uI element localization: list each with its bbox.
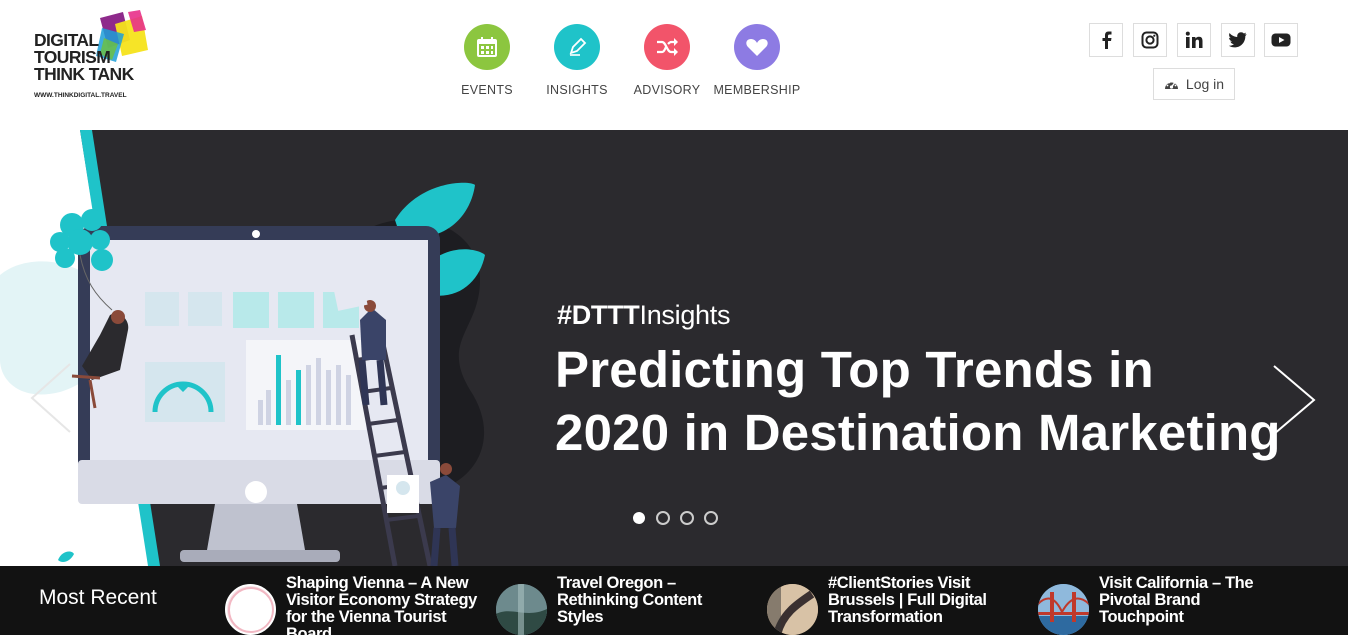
hero-title[interactable]: Predicting Top Trends in 2020 in Destina… — [555, 338, 1335, 464]
hero-slider: #DTTTInsights Predicting Top Trends in 2… — [0, 130, 1348, 566]
prev-slide-icon[interactable] — [28, 362, 74, 439]
recent-thumb-1 — [225, 584, 276, 635]
logo-wordmark: DIGITAL TOURISM THINK TANK — [34, 31, 134, 84]
recent-item-3[interactable]: #ClientStories Visit Brussels | Full Dig… — [767, 575, 1017, 635]
nav-insights-label: INSIGHTS — [546, 83, 608, 97]
pencil-icon — [554, 24, 600, 70]
nav-membership[interactable]: MEMBERSHIP — [712, 24, 802, 97]
hero-kicker-light: Insights — [639, 300, 731, 330]
calendar-icon — [464, 24, 510, 70]
slide-dot-3[interactable] — [680, 511, 694, 525]
nav-events[interactable]: EVENTS — [442, 24, 532, 97]
nav-insights[interactable]: INSIGHTS — [532, 24, 622, 97]
site-header: DIGITAL TOURISM THINK TANK WWW.THINKDIGI… — [0, 0, 1348, 130]
recent-title-1: Shaping Vienna – A New Visitor Economy S… — [286, 574, 477, 635]
hero-kicker: #DTTTInsights — [557, 300, 730, 331]
recent-title-4: Visit California – The Pivotal Brand Tou… — [1099, 574, 1254, 626]
recent-item-1[interactable]: Shaping Vienna – A New Visitor Economy S… — [225, 575, 480, 635]
dashboard-icon — [1164, 81, 1178, 89]
dttt-logo[interactable]: DIGITAL TOURISM THINK TANK WWW.THINKDIGI… — [30, 10, 160, 102]
recent-thumb-2 — [496, 584, 547, 635]
recent-title-3: #ClientStories Visit Brussels | Full Dig… — [828, 574, 987, 626]
nav-membership-label: MEMBERSHIP — [713, 83, 801, 97]
hero-title-line-2: 2020 in Destination Marketing — [555, 404, 1281, 461]
logo-url: WWW.THINKDIGITAL.TRAVEL — [34, 92, 127, 99]
slide-dots — [632, 511, 718, 525]
recent-item-4[interactable]: Visit California – The Pivotal Brand Tou… — [1038, 575, 1288, 635]
shuffle-icon — [644, 24, 690, 70]
nav-advisory[interactable]: ADVISORY — [622, 24, 712, 97]
twitter-icon[interactable] — [1221, 23, 1255, 57]
most-recent-label: Most Recent — [39, 586, 157, 609]
login-button[interactable]: Log in — [1153, 68, 1235, 100]
hero-kicker-bold: #DTTT — [557, 300, 640, 330]
next-slide-icon[interactable] — [1272, 364, 1318, 441]
recent-title-2: Travel Oregon – Rethinking Content Style… — [557, 574, 702, 626]
heart-icon — [734, 24, 780, 70]
nav-events-label: EVENTS — [461, 83, 513, 97]
most-recent-bar: Most Recent Shaping Vienna – A New Visit… — [0, 566, 1348, 635]
youtube-icon[interactable] — [1264, 23, 1298, 57]
linkedin-icon[interactable] — [1177, 23, 1211, 57]
logo-line-3: THINK TANK — [34, 64, 134, 84]
recent-item-2[interactable]: Travel Oregon – Rethinking Content Style… — [496, 575, 746, 635]
hero-title-line-1: Predicting Top Trends in — [555, 341, 1154, 398]
slide-dot-4[interactable] — [704, 511, 718, 525]
facebook-icon[interactable] — [1089, 23, 1123, 57]
slide-dot-1[interactable] — [633, 512, 645, 524]
login-label: Log in — [1185, 76, 1225, 92]
recent-thumb-4 — [1038, 584, 1089, 635]
slide-dot-2[interactable] — [656, 511, 670, 525]
hero-illustration — [0, 130, 485, 566]
instagram-icon[interactable] — [1133, 23, 1167, 57]
nav-advisory-label: ADVISORY — [633, 83, 701, 97]
recent-thumb-3 — [767, 584, 818, 635]
